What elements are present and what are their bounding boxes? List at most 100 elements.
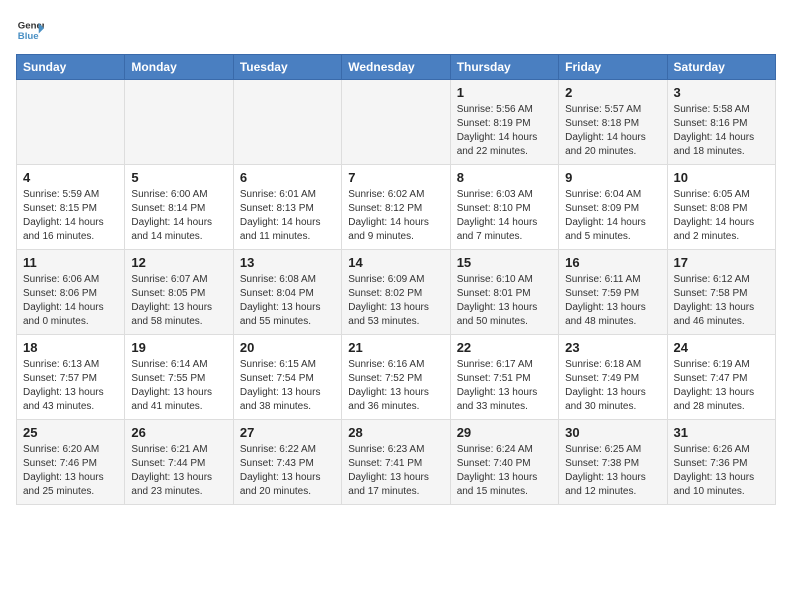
day-number: 30 xyxy=(565,425,660,440)
day-cell: 11 Sunrise: 6:06 AM Sunset: 8:06 PM Dayli… xyxy=(17,250,125,335)
day-info: Sunrise: 6:17 AM Sunset: 7:51 PM Dayligh… xyxy=(457,358,552,414)
day-cell: 3 Sunrise: 5:58 AM Sunset: 8:16 PM Daylig… xyxy=(667,80,775,165)
day-number: 4 xyxy=(23,170,118,185)
day-cell: 24 Sunrise: 6:19 AM Sunset: 7:47 PM Dayli… xyxy=(667,335,775,420)
week-row-1: 1 Sunrise: 5:56 AM Sunset: 8:19 PM Daylig… xyxy=(17,80,776,165)
logo: General Blue xyxy=(16,16,44,44)
day-number: 18 xyxy=(23,340,118,355)
day-info: Sunrise: 6:22 AM Sunset: 7:43 PM Dayligh… xyxy=(240,443,335,499)
day-cell: 29 Sunrise: 6:24 AM Sunset: 7:40 PM Dayli… xyxy=(450,420,558,505)
weekday-header-monday: Monday xyxy=(125,55,233,80)
day-cell: 5 Sunrise: 6:00 AM Sunset: 8:14 PM Daylig… xyxy=(125,165,233,250)
weekday-header-tuesday: Tuesday xyxy=(233,55,341,80)
day-info: Sunrise: 6:07 AM Sunset: 8:05 PM Dayligh… xyxy=(131,273,226,329)
day-info: Sunrise: 6:14 AM Sunset: 7:55 PM Dayligh… xyxy=(131,358,226,414)
day-info: Sunrise: 6:12 AM Sunset: 7:58 PM Dayligh… xyxy=(674,273,769,329)
day-cell: 2Sunrise: 5:57 AM Sunset: 8:18 PM Daylig… xyxy=(559,80,667,165)
day-info: Sunrise: 6:19 AM Sunset: 7:47 PM Dayligh… xyxy=(674,358,769,414)
day-number: 16 xyxy=(565,255,660,270)
day-info: Sunrise: 6:10 AM Sunset: 8:01 PM Dayligh… xyxy=(457,273,552,329)
day-cell: 31Sunrise: 6:26 AM Sunset: 7:36 PM Dayli… xyxy=(667,420,775,505)
calendar-table: SundayMondayTuesdayWednesdayThursdayFrid… xyxy=(16,54,776,505)
day-info: Sunrise: 6:25 AM Sunset: 7:38 PM Dayligh… xyxy=(565,443,660,499)
day-cell: 10 Sunrise: 6:05 AM Sunset: 8:08 PM Dayli… xyxy=(667,165,775,250)
day-cell: 21 Sunrise: 6:16 AM Sunset: 7:52 PM Dayli… xyxy=(342,335,450,420)
day-info: Sunrise: 6:21 AM Sunset: 7:44 PM Dayligh… xyxy=(131,443,226,499)
day-cell: 25 Sunrise: 6:20 AM Sunset: 7:46 PM Dayli… xyxy=(17,420,125,505)
day-info: Sunrise: 5:57 AM Sunset: 8:18 PM Dayligh… xyxy=(565,103,660,159)
day-info: Sunrise: 6:15 AM Sunset: 7:54 PM Dayligh… xyxy=(240,358,335,414)
weekday-header-sunday: Sunday xyxy=(17,55,125,80)
day-number: 6 xyxy=(240,170,335,185)
weekday-header-thursday: Thursday xyxy=(450,55,558,80)
day-number: 7 xyxy=(348,170,443,185)
day-number: 8 xyxy=(457,170,552,185)
day-info: Sunrise: 6:02 AM Sunset: 8:12 PM Dayligh… xyxy=(348,188,443,244)
day-cell xyxy=(125,80,233,165)
day-number: 29 xyxy=(457,425,552,440)
day-cell: 30 Sunrise: 6:25 AM Sunset: 7:38 PM Dayli… xyxy=(559,420,667,505)
day-cell: 20 Sunrise: 6:15 AM Sunset: 7:54 PM Dayli… xyxy=(233,335,341,420)
day-cell: 16Sunrise: 6:11 AM Sunset: 7:59 PM Dayli… xyxy=(559,250,667,335)
day-info: Sunrise: 6:08 AM Sunset: 8:04 PM Dayligh… xyxy=(240,273,335,329)
day-number: 9 xyxy=(565,170,660,185)
day-info: Sunrise: 6:06 AM Sunset: 8:06 PM Dayligh… xyxy=(23,273,118,329)
day-cell xyxy=(17,80,125,165)
week-row-2: 4 Sunrise: 5:59 AM Sunset: 8:15 PM Daylig… xyxy=(17,165,776,250)
day-info: Sunrise: 6:04 AM Sunset: 8:09 PM Dayligh… xyxy=(565,188,660,244)
day-number: 17 xyxy=(674,255,769,270)
day-number: 1 xyxy=(457,85,552,100)
day-info: Sunrise: 6:09 AM Sunset: 8:02 PM Dayligh… xyxy=(348,273,443,329)
day-cell xyxy=(342,80,450,165)
day-number: 21 xyxy=(348,340,443,355)
day-cell: 12 Sunrise: 6:07 AM Sunset: 8:05 PM Dayli… xyxy=(125,250,233,335)
day-cell: 14 Sunrise: 6:09 AM Sunset: 8:02 PM Dayli… xyxy=(342,250,450,335)
day-number: 31 xyxy=(674,425,769,440)
day-cell: 18 Sunrise: 6:13 AM Sunset: 7:57 PM Dayli… xyxy=(17,335,125,420)
day-number: 24 xyxy=(674,340,769,355)
week-row-4: 18 Sunrise: 6:13 AM Sunset: 7:57 PM Dayli… xyxy=(17,335,776,420)
day-cell: 26Sunrise: 6:21 AM Sunset: 7:44 PM Dayli… xyxy=(125,420,233,505)
day-cell: 6 Sunrise: 6:01 AM Sunset: 8:13 PM Daylig… xyxy=(233,165,341,250)
day-cell: 22Sunrise: 6:17 AM Sunset: 7:51 PM Dayli… xyxy=(450,335,558,420)
day-number: 14 xyxy=(348,255,443,270)
day-number: 23 xyxy=(565,340,660,355)
day-cell: 23 Sunrise: 6:18 AM Sunset: 7:49 PM Dayli… xyxy=(559,335,667,420)
day-info: Sunrise: 6:01 AM Sunset: 8:13 PM Dayligh… xyxy=(240,188,335,244)
day-number: 3 xyxy=(674,85,769,100)
day-info: Sunrise: 5:59 AM Sunset: 8:15 PM Dayligh… xyxy=(23,188,118,244)
day-info: Sunrise: 5:56 AM Sunset: 8:19 PM Dayligh… xyxy=(457,103,552,159)
day-info: Sunrise: 6:16 AM Sunset: 7:52 PM Dayligh… xyxy=(348,358,443,414)
day-info: Sunrise: 6:18 AM Sunset: 7:49 PM Dayligh… xyxy=(565,358,660,414)
day-info: Sunrise: 6:00 AM Sunset: 8:14 PM Dayligh… xyxy=(131,188,226,244)
day-cell xyxy=(233,80,341,165)
day-number: 12 xyxy=(131,255,226,270)
day-cell: 1 Sunrise: 5:56 AM Sunset: 8:19 PM Daylig… xyxy=(450,80,558,165)
day-info: Sunrise: 5:58 AM Sunset: 8:16 PM Dayligh… xyxy=(674,103,769,159)
day-number: 27 xyxy=(240,425,335,440)
day-cell: 7 Sunrise: 6:02 AM Sunset: 8:12 PM Daylig… xyxy=(342,165,450,250)
calendar-body: 1 Sunrise: 5:56 AM Sunset: 8:19 PM Daylig… xyxy=(17,80,776,505)
day-number: 11 xyxy=(23,255,118,270)
day-number: 25 xyxy=(23,425,118,440)
day-info: Sunrise: 6:13 AM Sunset: 7:57 PM Dayligh… xyxy=(23,358,118,414)
day-number: 13 xyxy=(240,255,335,270)
header: General Blue xyxy=(16,16,776,44)
day-info: Sunrise: 6:20 AM Sunset: 7:46 PM Dayligh… xyxy=(23,443,118,499)
day-number: 5 xyxy=(131,170,226,185)
weekday-row: SundayMondayTuesdayWednesdayThursdayFrid… xyxy=(17,55,776,80)
weekday-header-saturday: Saturday xyxy=(667,55,775,80)
week-row-3: 11 Sunrise: 6:06 AM Sunset: 8:06 PM Dayli… xyxy=(17,250,776,335)
day-cell: 8 Sunrise: 6:03 AM Sunset: 8:10 PM Daylig… xyxy=(450,165,558,250)
day-cell: 15Sunrise: 6:10 AM Sunset: 8:01 PM Dayli… xyxy=(450,250,558,335)
weekday-header-friday: Friday xyxy=(559,55,667,80)
day-info: Sunrise: 6:05 AM Sunset: 8:08 PM Dayligh… xyxy=(674,188,769,244)
day-info: Sunrise: 6:03 AM Sunset: 8:10 PM Dayligh… xyxy=(457,188,552,244)
day-number: 20 xyxy=(240,340,335,355)
calendar-header: SundayMondayTuesdayWednesdayThursdayFrid… xyxy=(17,55,776,80)
day-info: Sunrise: 6:24 AM Sunset: 7:40 PM Dayligh… xyxy=(457,443,552,499)
day-number: 19 xyxy=(131,340,226,355)
day-number: 10 xyxy=(674,170,769,185)
logo-icon: General Blue xyxy=(16,16,44,44)
day-cell: 17 Sunrise: 6:12 AM Sunset: 7:58 PM Dayli… xyxy=(667,250,775,335)
